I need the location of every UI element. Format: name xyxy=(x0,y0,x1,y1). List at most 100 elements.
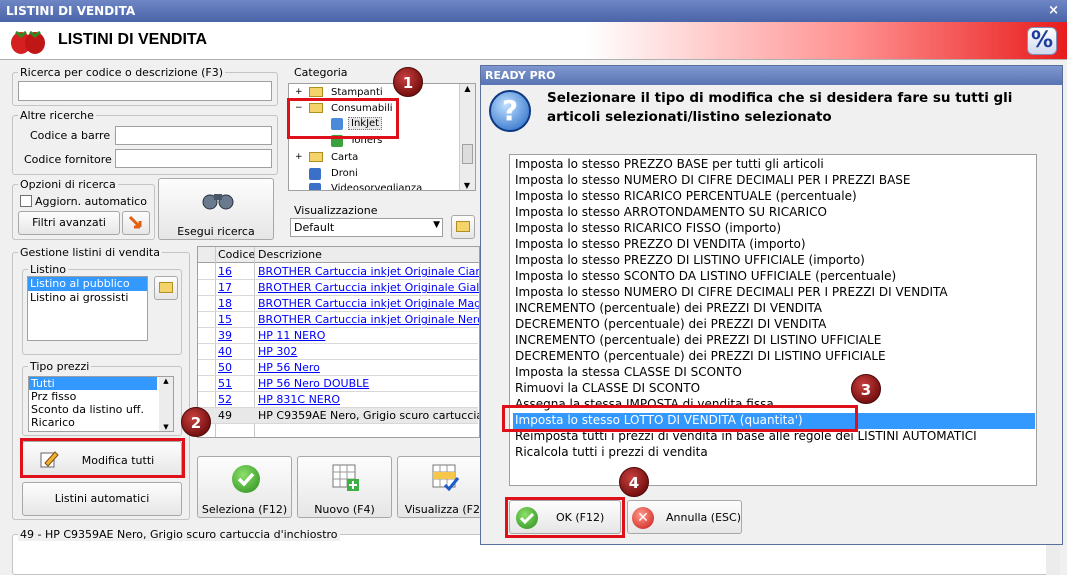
row-code[interactable]: 40 xyxy=(218,345,252,358)
price-type-scrollbar[interactable]: ▲ ▼ xyxy=(159,377,173,431)
price-type-item[interactable]: Prz fisso xyxy=(29,390,173,403)
auto-update-label: Aggiorn. automatico xyxy=(35,195,147,208)
folder-icon xyxy=(456,221,470,232)
row-code[interactable]: 16 xyxy=(218,265,252,278)
filter-arrow-button[interactable] xyxy=(122,211,150,235)
expand-icon[interactable]: + xyxy=(295,152,303,162)
barcode-label: Codice a barre : xyxy=(30,129,118,142)
supplier-code-field[interactable] xyxy=(115,149,272,168)
table-row[interactable]: 15 BROTHER Cartuccia inkjet Originale Ner… xyxy=(198,312,479,328)
row-description[interactable]: BROTHER Cartuccia inkjet Originale Magen… xyxy=(258,297,479,310)
modify-option[interactable]: Ricalcola tutti i prezzi di vendita xyxy=(513,445,1035,461)
cancel-button[interactable]: ✕ Annulla (ESC) xyxy=(627,500,742,534)
modify-option[interactable]: Imposta lo stesso NUMERO DI CIFRE DECIMA… xyxy=(513,285,1035,301)
row-description[interactable]: BROTHER Cartuccia inkjet Originale Giall… xyxy=(258,281,479,294)
advanced-filters-button[interactable]: Filtri avanzati xyxy=(18,211,120,235)
dialog-titlebar: READY PRO xyxy=(481,66,1062,85)
articles-grid[interactable]: Codice Descrizione 16 BROTHER Cartuccia i… xyxy=(197,246,480,438)
table-row[interactable]: 51 HP 56 Nero DOUBLE xyxy=(198,376,478,392)
row-description[interactable]: HP 11 NERO xyxy=(258,329,479,342)
modify-option[interactable]: DECREMENTO (percentuale) dei PREZZI DI V… xyxy=(513,317,1035,333)
row-code[interactable]: 51 xyxy=(218,377,252,390)
new-grid-icon xyxy=(332,464,359,491)
highlight-box-modify-all xyxy=(20,438,185,478)
modify-option[interactable]: Imposta lo stesso NUMERO DI CIFRE DECIMA… xyxy=(513,173,1035,189)
column-header-description[interactable]: Descrizione xyxy=(258,248,322,261)
search-input[interactable] xyxy=(18,81,272,101)
view-select[interactable]: Default ▼ xyxy=(290,218,443,237)
price-type-listbox[interactable]: Tutti Prz fisso Sconto da listino uff. R… xyxy=(28,376,174,432)
table-row[interactable]: 16 BROTHER Cartuccia inkjet Originale Cia… xyxy=(198,264,479,280)
header-bar: LISTINI DI VENDITA % xyxy=(0,22,1067,60)
row-description[interactable]: HP 56 Nero xyxy=(258,361,479,374)
modify-option[interactable]: Imposta la stessa CLASSE DI SCONTO xyxy=(513,365,1035,381)
view-value: Default xyxy=(294,221,335,234)
table-row[interactable]: 52 HP 831C NERO xyxy=(198,392,478,408)
status-scrollbar[interactable] xyxy=(1046,540,1060,575)
row-code[interactable]: 15 xyxy=(218,313,252,326)
view-button[interactable]: Visualizza (F2) xyxy=(397,456,492,518)
category-item[interactable]: Videosorveglianza xyxy=(331,183,422,190)
select-button[interactable]: Seleziona (F12) xyxy=(197,456,292,518)
modify-option[interactable]: DECREMENTO (percentuale) dei PREZZI DI L… xyxy=(513,349,1035,365)
modify-option[interactable]: Imposta lo stesso RICARICO PERCENTUALE (… xyxy=(513,189,1035,205)
modify-option[interactable]: Rimuovi la CLASSE DI SCONTO xyxy=(513,381,1035,397)
modify-option[interactable]: Imposta lo stesso SCONTO DA LISTINO UFFI… xyxy=(513,269,1035,285)
category-label: Categoria xyxy=(292,66,350,79)
row-code[interactable]: 39 xyxy=(218,329,252,342)
status-text: 49 - HP C9359AE Nero, Grigio scuro cartu… xyxy=(18,528,340,541)
row-code[interactable]: 52 xyxy=(218,393,252,406)
folder-open-button[interactable] xyxy=(451,215,475,239)
table-row[interactable]: 18 BROTHER Cartuccia inkjet Originale Mag… xyxy=(198,296,479,312)
expand-icon[interactable]: + xyxy=(295,87,303,97)
modify-options-list[interactable]: Imposta lo stesso PREZZO BASE per tutti … xyxy=(509,154,1037,486)
row-description[interactable]: HP 831C NERO xyxy=(258,393,479,406)
drone-icon xyxy=(309,168,321,180)
row-description[interactable]: HP C9359AE Nero, Grigio scuro cartuccia … xyxy=(258,409,479,422)
column-header-code[interactable]: Codice xyxy=(218,248,255,261)
row-description[interactable]: HP 302 xyxy=(258,345,479,358)
category-item[interactable]: Carta xyxy=(331,152,358,163)
modify-option[interactable]: Imposta lo stesso PREZZO DI LISTINO UFFI… xyxy=(513,253,1035,269)
row-description[interactable]: HP 56 Nero DOUBLE xyxy=(258,377,479,390)
table-row[interactable]: 50 HP 56 Nero xyxy=(198,360,478,376)
category-item[interactable]: Stampanti xyxy=(331,87,383,98)
table-row[interactable]: 49 HP C9359AE Nero, Grigio scuro cartucci… xyxy=(198,408,479,424)
price-type-item[interactable]: Tutti xyxy=(29,377,157,390)
modify-option[interactable]: Imposta lo stesso PREZZO BASE per tutti … xyxy=(513,157,1035,173)
category-scrollbar[interactable]: ▲ ▼ xyxy=(459,84,475,190)
list-folder-button[interactable] xyxy=(154,276,178,300)
cancel-x-icon: ✕ xyxy=(632,507,654,529)
list-item[interactable]: Listino al pubblico xyxy=(28,277,147,291)
check-icon xyxy=(232,465,260,493)
new-button[interactable]: Nuovo (F4) xyxy=(297,456,392,518)
list-item[interactable]: Listino ai grossisti xyxy=(28,291,147,305)
modify-option[interactable]: Imposta lo stesso RICARICO FISSO (import… xyxy=(513,221,1035,237)
list-listbox[interactable]: Listino al pubblico Listino ai grossisti xyxy=(27,276,148,341)
modify-option[interactable]: INCREMENTO (percentuale) dei PREZZI DI V… xyxy=(513,301,1035,317)
row-code[interactable]: 49 xyxy=(218,409,252,422)
table-row[interactable]: 17 BROTHER Cartuccia inkjet Originale Gia… xyxy=(198,280,479,296)
category-item[interactable]: Droni xyxy=(331,168,358,179)
table-row[interactable]: 40 HP 302 xyxy=(198,344,478,360)
barcode-field[interactable] xyxy=(115,126,272,145)
price-type-item[interactable]: Ricarico xyxy=(29,416,173,429)
scrollbar-thumb[interactable] xyxy=(462,144,473,164)
view-label: Visualizzazione xyxy=(292,204,380,217)
row-code[interactable]: 50 xyxy=(218,361,252,374)
table-row[interactable]: 39 HP 11 NERO xyxy=(198,328,478,344)
close-icon[interactable]: × xyxy=(1048,3,1059,18)
modify-option[interactable]: INCREMENTO (percentuale) dei PREZZI DI L… xyxy=(513,333,1035,349)
modify-option[interactable]: Imposta lo stesso ARROTONDAMENTO SU RICA… xyxy=(513,205,1035,221)
row-description[interactable]: BROTHER Cartuccia inkjet Originale Ciano… xyxy=(258,265,479,278)
price-type-item[interactable]: Sconto da listino uff. xyxy=(29,403,173,416)
row-description[interactable]: BROTHER Cartuccia inkjet Originale Nero … xyxy=(258,313,479,326)
row-code[interactable]: 17 xyxy=(218,281,252,294)
modify-option[interactable]: Imposta lo stesso PREZZO DI VENDITA (imp… xyxy=(513,237,1035,253)
row-code[interactable]: 18 xyxy=(218,297,252,310)
auto-update-checkbox[interactable] xyxy=(20,195,32,207)
search-button[interactable]: Esegui ricerca xyxy=(158,178,274,240)
supplier-code-label: Codice fornitore : xyxy=(24,153,120,166)
auto-lists-button[interactable]: Listini automatici xyxy=(22,482,182,516)
step-badge-3: 3 xyxy=(851,374,881,404)
